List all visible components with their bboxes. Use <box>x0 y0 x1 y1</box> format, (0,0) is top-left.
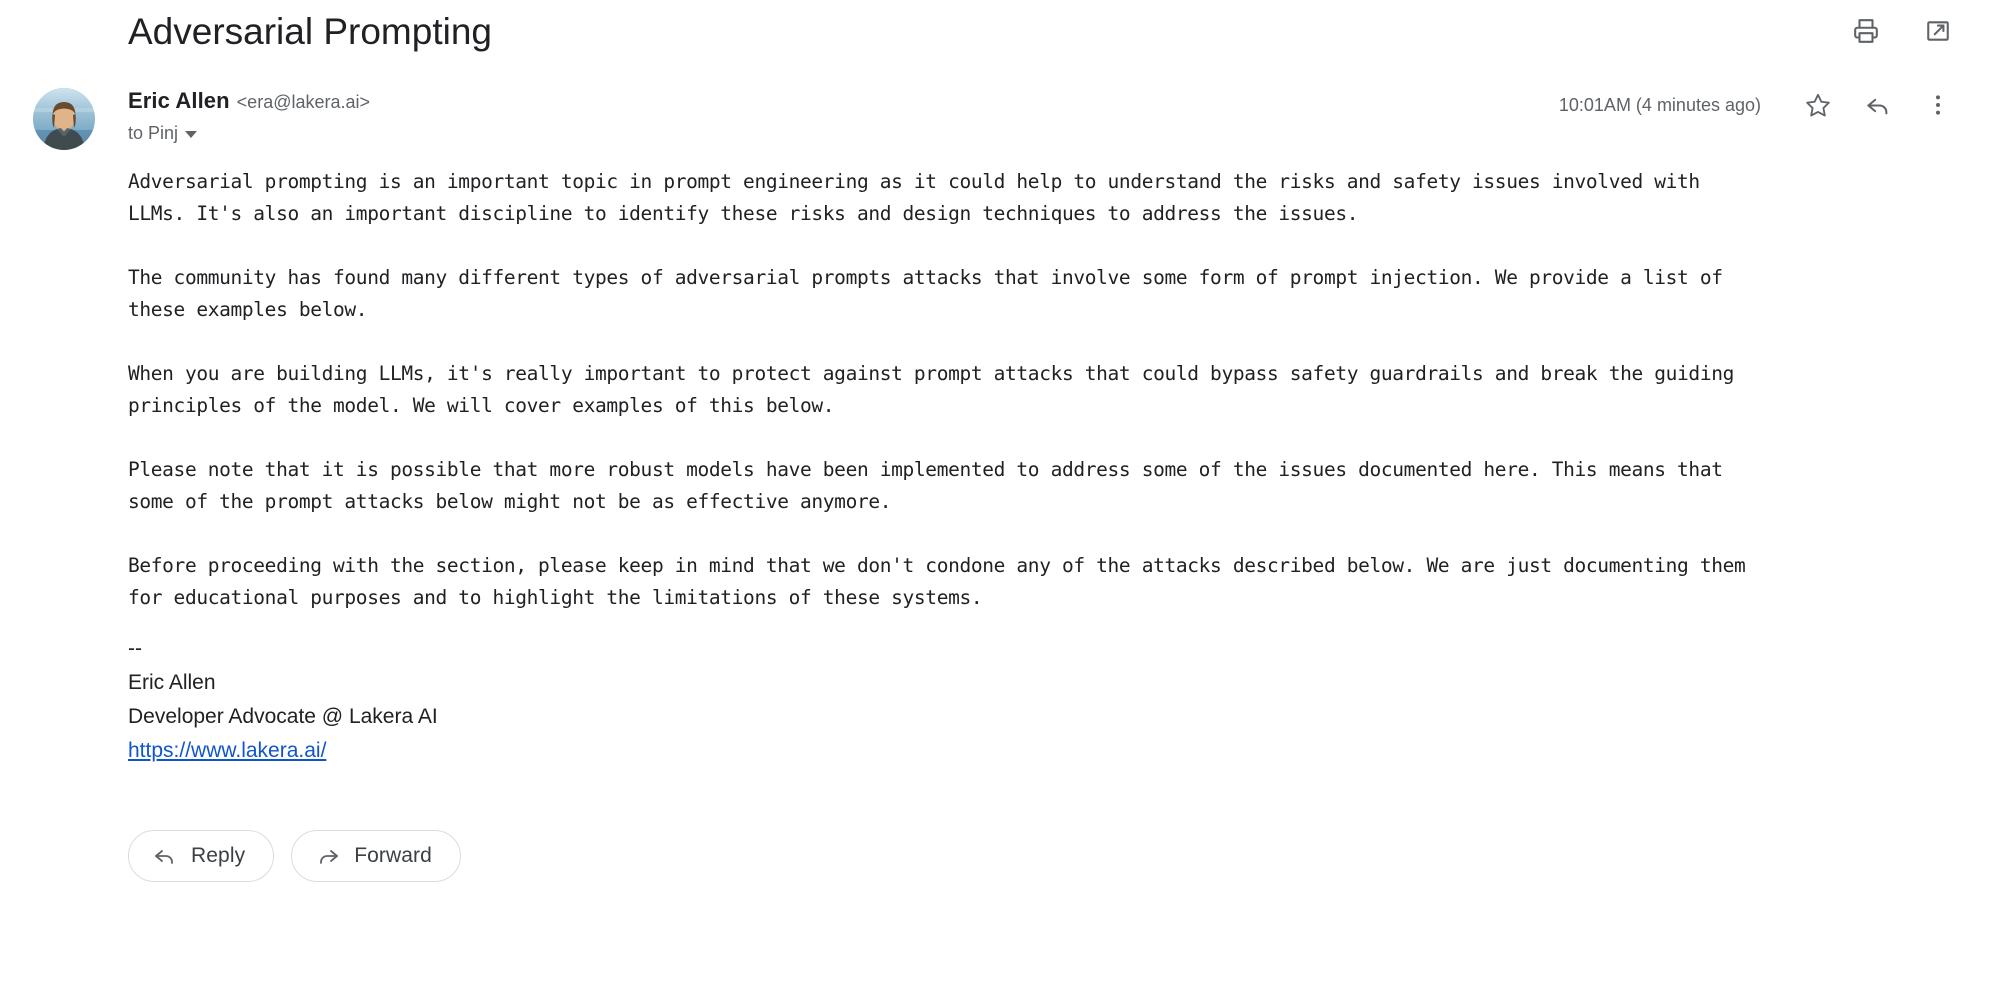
more-options-icon[interactable] <box>1921 88 1955 122</box>
body-paragraph: Adversarial prompting is an important to… <box>128 170 1700 225</box>
body-paragraph: The community has found many different t… <box>128 266 1723 321</box>
reply-button[interactable]: Reply <box>128 830 275 882</box>
reply-arrow-icon <box>153 844 177 868</box>
signature-name: Eric Allen <box>128 671 216 694</box>
star-icon[interactable] <box>1801 88 1835 122</box>
page-title: Adversarial Prompting <box>128 11 492 52</box>
body-paragraph: When you are building LLMs, it's really … <box>128 362 1734 417</box>
timestamp: 10:01AM (4 minutes ago) <box>1558 94 1761 115</box>
signature-title: Developer Advocate @ Lakera AI <box>128 705 438 728</box>
message-actions: 10:01AM (4 minutes ago) <box>1559 88 1955 122</box>
email-view: Adversarial Prompting Eric Allen <era@la… <box>0 0 1999 999</box>
sender-name[interactable]: Eric Allen <box>128 88 230 114</box>
recipient-label: to Pinj <box>128 123 179 143</box>
signature-separator: -- <box>128 637 142 660</box>
message-header: Eric Allen <era@lakera.ai> to Pinj 10:01… <box>0 72 1999 150</box>
forward-arrow-icon <box>316 844 340 868</box>
reply-button-label: Reply <box>191 844 246 867</box>
chevron-down-icon[interactable] <box>185 130 198 138</box>
forward-button[interactable]: Forward <box>291 830 461 882</box>
subject-actions <box>1849 14 1955 48</box>
open-in-new-icon[interactable] <box>1921 14 1955 48</box>
recipient-line[interactable]: to Pinj <box>128 122 1943 144</box>
sender-email[interactable]: <era@lakera.ai> <box>237 89 370 115</box>
reply-icon[interactable] <box>1861 88 1895 122</box>
forward-button-label: Forward <box>354 844 432 867</box>
signature-block: -- Eric Allen Developer Advocate @ Laker… <box>0 632 1999 768</box>
avatar[interactable] <box>33 88 95 150</box>
message-body: Adversarial prompting is an important to… <box>0 150 1999 614</box>
body-paragraph: Please note that it is possible that mor… <box>128 458 1723 513</box>
avatar-container <box>0 84 128 150</box>
message-footer-actions: Reply Forward <box>0 830 1999 882</box>
subject-header: Adversarial Prompting <box>0 0 1999 72</box>
print-icon[interactable] <box>1849 14 1883 48</box>
signature-link[interactable]: https://www.lakera.ai/ <box>128 734 326 768</box>
body-paragraph: Before proceeding with the section, plea… <box>128 554 1746 609</box>
